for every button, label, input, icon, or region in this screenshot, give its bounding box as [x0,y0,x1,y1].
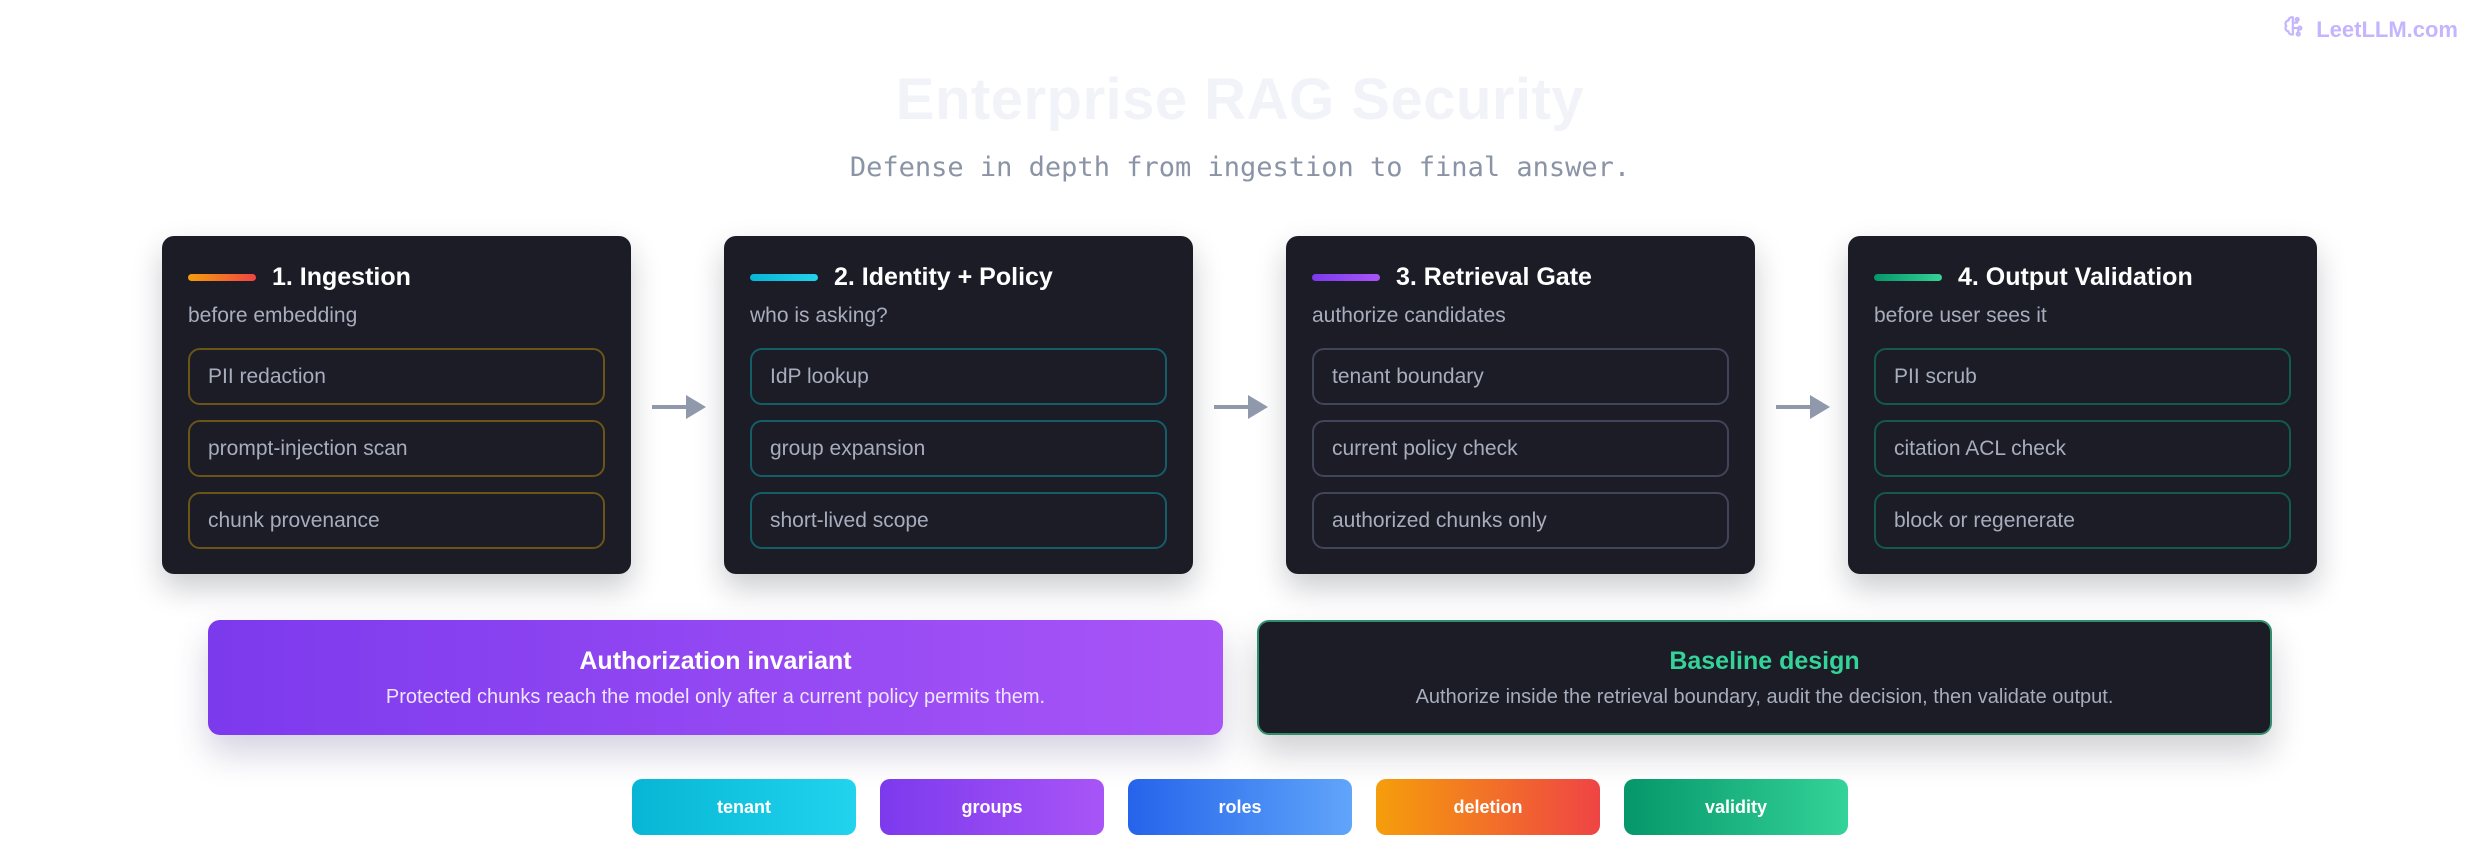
stage-title: 1. Ingestion [272,262,411,291]
chip-tenant: tenant [632,779,856,835]
brand-name: LeetLLM.com [2316,17,2458,42]
stage-subtitle: before embedding [188,304,358,327]
stage-subtitle: who is asking? [750,304,888,327]
stage-title: 3. Retrieval Gate [1396,262,1592,291]
authorization-invariant-banner: Authorization invariant Protected chunks… [208,620,1223,735]
diagram-canvas: LeetLLM.com Enterprise RAG Security Defe… [0,0,2480,850]
stage-item: current policy check [1312,420,1729,477]
stage-title: 2. Identity + Policy [834,262,1053,291]
brain-icon [2282,14,2308,46]
stage-item: IdP lookup [750,348,1167,405]
banner-title: Authorization invariant [579,647,852,675]
arrow-right-icon [1214,395,1268,419]
stage-item: authorized chunks only [1312,492,1729,549]
stage-item: block or regenerate [1874,492,2291,549]
stage-card-ingestion: 1. Ingestion before embedding PII redact… [162,236,631,574]
stage-item: group expansion [750,420,1167,477]
arrow-right-icon [652,395,706,419]
chip-groups: groups [880,779,1104,835]
stage-subtitle: authorize candidates [1312,304,1506,327]
stage-accent-bar [750,273,818,281]
arrow-right-icon [1776,395,1830,419]
stage-accent-bar [1312,273,1380,281]
chip-deletion: deletion [1376,779,1600,835]
page-title: Enterprise RAG Security [895,67,1585,132]
chip-validity: validity [1624,779,1848,835]
baseline-design-banner: Baseline design Authorize inside the ret… [1257,620,2272,735]
stage-accent-bar [188,273,256,281]
stage-card-retrieval-gate: 3. Retrieval Gate authorize candidates t… [1286,236,1755,574]
stage-accent-bar [1874,273,1942,281]
stage-card-identity-policy: 2. Identity + Policy who is asking? IdP … [724,236,1193,574]
stage-item: PII scrub [1874,348,2291,405]
banner-title: Baseline design [1669,647,1860,675]
stage-item: PII redaction [188,348,605,405]
stage-subtitle: before user sees it [1874,304,2047,327]
banner-text: Protected chunks reach the model only af… [385,686,1046,708]
stage-item: prompt-injection scan [188,420,605,477]
banner-text: Authorize inside the retrieval boundary,… [1415,686,2114,708]
page-subtitle: Defense in depth from ingestion to final… [849,152,1631,183]
stage-card-output-validation: 4. Output Validation before user sees it… [1848,236,2317,574]
stage-item: chunk provenance [188,492,605,549]
stage-item: short-lived scope [750,492,1167,549]
stage-title: 4. Output Validation [1958,262,2193,291]
stage-item: citation ACL check [1874,420,2291,477]
chip-roles: roles [1128,779,1352,835]
stage-item: tenant boundary [1312,348,1729,405]
brand[interactable]: LeetLLM.com [2282,14,2458,46]
